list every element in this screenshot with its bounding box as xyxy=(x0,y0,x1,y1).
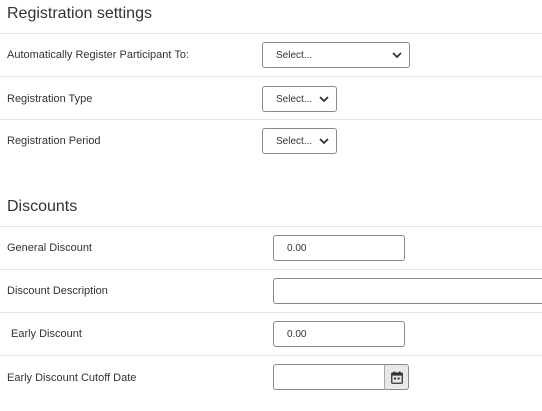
calendar-icon xyxy=(391,371,403,384)
divider xyxy=(0,119,542,120)
general-discount-value: 0.00 xyxy=(287,243,307,254)
auto-register-select[interactable]: Select... xyxy=(262,42,410,68)
divider xyxy=(0,76,542,77)
early-discount-cutoff-date-label: Early Discount Cutoff Date xyxy=(7,372,137,384)
calendar-button[interactable] xyxy=(384,364,409,390)
registration-period-select[interactable]: Select... xyxy=(262,128,337,154)
discount-description-input[interactable] xyxy=(273,278,542,304)
early-discount-cutoff-date-input[interactable] xyxy=(273,364,385,390)
chevron-down-icon xyxy=(319,96,329,103)
registration-type-select[interactable]: Select... xyxy=(262,86,337,112)
divider xyxy=(0,269,542,270)
discount-description-label: Discount Description xyxy=(7,285,108,297)
divider xyxy=(0,33,542,34)
general-discount-input[interactable]: 0.00 xyxy=(273,235,405,261)
registration-type-label: Registration Type xyxy=(7,93,93,105)
registration-period-label: Registration Period xyxy=(7,135,101,147)
divider xyxy=(0,312,542,313)
discounts-title: Discounts xyxy=(7,198,78,215)
registration-settings-title: Registration settings xyxy=(7,5,152,22)
divider xyxy=(0,355,542,356)
early-discount-input[interactable]: 0.00 xyxy=(273,321,405,347)
auto-register-label: Automatically Register Participant To: xyxy=(7,49,189,61)
registration-type-select-value: Select... xyxy=(276,94,313,105)
early-discount-label: Early Discount xyxy=(11,328,82,340)
auto-register-select-value: Select... xyxy=(276,50,313,61)
general-discount-label: General Discount xyxy=(7,242,92,254)
divider xyxy=(0,226,542,227)
chevron-down-icon xyxy=(392,52,402,59)
registration-period-select-value: Select... xyxy=(276,136,313,147)
chevron-down-icon xyxy=(319,138,329,145)
early-discount-value: 0.00 xyxy=(287,329,307,340)
